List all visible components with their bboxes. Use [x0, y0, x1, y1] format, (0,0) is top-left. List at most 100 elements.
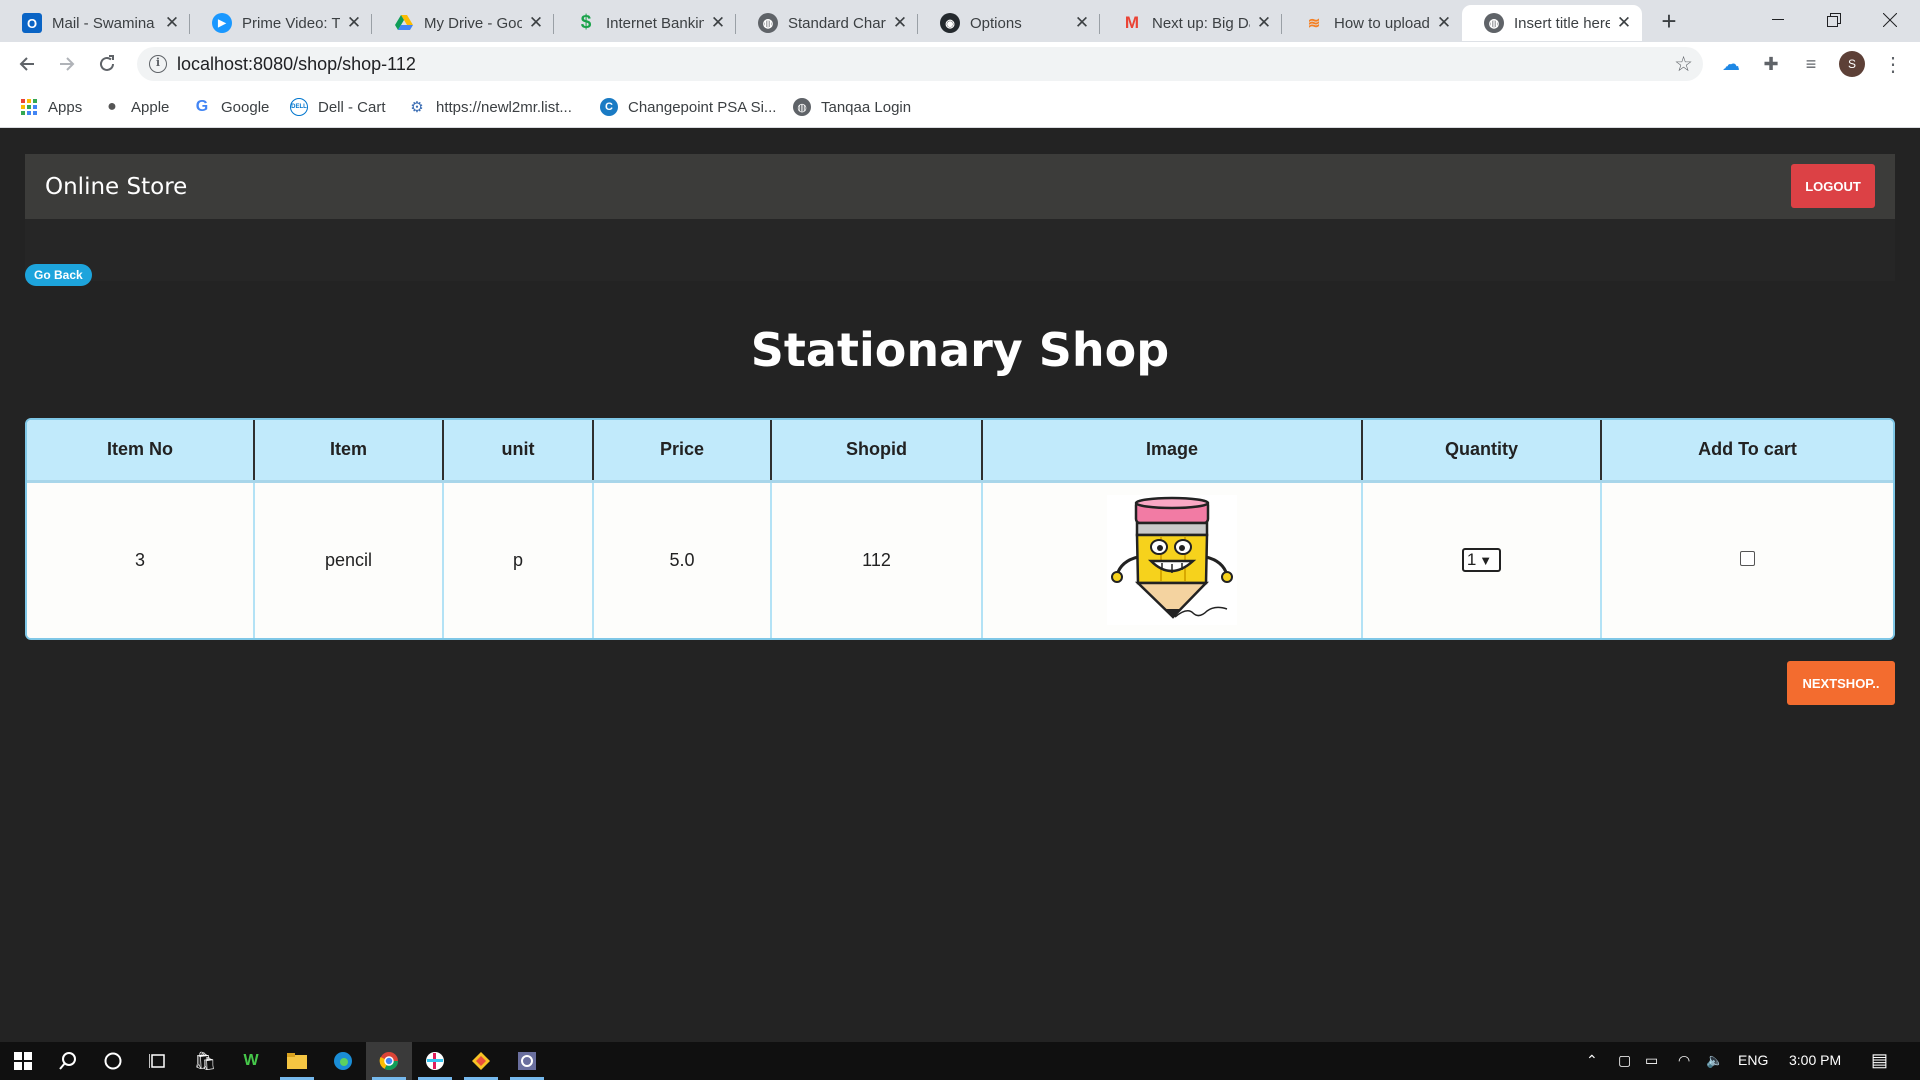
info-icon[interactable]: i [149, 55, 167, 73]
battery-icon[interactable]: ▭ [1645, 1052, 1658, 1069]
chevron-down-icon: ▼ [1479, 552, 1493, 568]
go-back-button[interactable]: Go Back [25, 264, 92, 286]
menu-kebab-icon[interactable]: ⋮ [1880, 51, 1906, 77]
table-header-row: Item No Item unit Price Shopid Image Qua… [27, 420, 1893, 483]
column-header-item: Item [254, 420, 444, 483]
predator-sense-icon[interactable]: W [228, 1042, 274, 1080]
close-icon[interactable]: ✕ [1256, 14, 1272, 31]
stackoverflow-icon: ≋ [1307, 15, 1321, 32]
navbar-spacer [25, 219, 1895, 281]
tab-gmail[interactable]: M Next up: Big Da ✕ [1100, 5, 1282, 41]
close-icon[interactable]: ✕ [346, 14, 362, 31]
tab-insert-title-here[interactable]: ◍ Insert title here ✕ [1462, 5, 1642, 41]
tab-title: Standard Chart [788, 14, 886, 32]
notifications-icon[interactable]: ▤ [1871, 1050, 1888, 1071]
meet-now-icon[interactable]: ▢ [1618, 1052, 1631, 1069]
tab-google-drive[interactable]: My Drive - Goo ✕ [372, 5, 554, 41]
bookmark-google[interactable]: G Google [193, 97, 270, 117]
address-bar[interactable]: i localhost:8080/shop/shop-112 ☆ [137, 47, 1703, 81]
tab-mail[interactable]: O Mail - Swamina ✕ [0, 5, 190, 41]
pencil-cartoon-image [1107, 495, 1237, 626]
close-icon[interactable]: ✕ [1436, 14, 1452, 31]
cell-item: pencil [254, 481, 444, 638]
outlook-icon: O [22, 13, 42, 33]
profile-avatar[interactable]: S [1839, 51, 1865, 77]
bookmark-apps[interactable]: Apps [20, 97, 82, 117]
url-text[interactable]: localhost:8080/shop/shop-112 [177, 54, 416, 75]
bookmark-dell-cart[interactable]: DELL Dell - Cart [290, 97, 386, 117]
next-shop-button[interactable]: NEXTSHOP.. [1787, 661, 1895, 705]
task-view-icon[interactable] [135, 1042, 181, 1080]
git-icon[interactable] [458, 1042, 504, 1080]
tab-prime-video[interactable]: ▶ Prime Video: Th ✕ [190, 5, 372, 41]
tab-title: Internet Bankin [606, 14, 704, 32]
bookmark-label: Tanqaa Login [821, 98, 912, 116]
language-indicator[interactable]: ENG [1738, 1052, 1768, 1068]
bookmark-label: https://newl2mr.list... [436, 98, 572, 116]
chrome-icon[interactable] [366, 1042, 412, 1080]
page-content: Online Store LOGOUT Go Back Stationary S… [0, 128, 1920, 1042]
globe-icon: ◍ [758, 13, 778, 33]
close-window-button[interactable] [1862, 0, 1918, 40]
store-icon[interactable]: 🛍 [182, 1042, 228, 1080]
tab-title: Mail - Swamina [52, 14, 155, 32]
bookmark-star-icon[interactable]: ☆ [1674, 52, 1693, 77]
wifi-icon[interactable]: ◠ [1678, 1052, 1690, 1069]
arrow-left-icon [19, 57, 34, 71]
cell-item-no: 3 [27, 481, 255, 638]
chevron-up-icon[interactable]: ⌃ [1586, 1052, 1598, 1069]
close-icon[interactable]: ✕ [1074, 14, 1090, 31]
onedrive-cloud-icon[interactable]: ☁ [1718, 51, 1744, 77]
logout-button[interactable]: LOGOUT [1791, 164, 1875, 208]
github-icon: ◉ [940, 13, 960, 33]
close-icon[interactable]: ✕ [892, 14, 908, 31]
new-tab-button[interactable]: + [1655, 8, 1683, 36]
forward-button[interactable] [51, 48, 83, 80]
column-header-unit: unit [443, 420, 594, 483]
edge-icon[interactable] [320, 1042, 366, 1080]
search-icon[interactable] [45, 1042, 91, 1080]
site-icon: ⚙ [410, 99, 424, 116]
file-explorer-icon[interactable] [274, 1042, 320, 1080]
extensions-puzzle-icon[interactable]: ✚ [1758, 51, 1784, 77]
cell-unit: p [443, 481, 594, 638]
tab-title: My Drive - Goo [424, 14, 522, 32]
bookmark-changepoint[interactable]: C Changepoint PSA Si... [600, 97, 776, 117]
close-icon[interactable]: ✕ [164, 14, 180, 31]
globe-icon: ◍ [793, 98, 811, 116]
slack-icon[interactable] [412, 1042, 458, 1080]
bookmark-tanqaa-login[interactable]: ◍ Tanqaa Login [793, 97, 911, 117]
media-queue-icon[interactable]: ≡ [1798, 51, 1824, 77]
minimize-button[interactable] [1750, 0, 1806, 40]
tab-internet-banking[interactable]: $ Internet Bankin ✕ [554, 5, 736, 41]
cortana-icon[interactable] [90, 1042, 136, 1080]
clock[interactable]: 3:00 PM [1789, 1052, 1841, 1068]
arrow-right-icon [60, 57, 75, 71]
column-header-quantity: Quantity [1362, 420, 1602, 483]
column-header-price: Price [593, 420, 772, 483]
tab-options[interactable]: ◉ Options ✕ [918, 5, 1100, 41]
bookmark-apple[interactable]: ● Apple [103, 97, 169, 117]
bookmark-label: Dell - Cart [318, 98, 386, 116]
restore-button[interactable] [1806, 0, 1862, 40]
tab-standard-chartered[interactable]: ◍ Standard Chart ✕ [736, 5, 918, 41]
settings-app-icon[interactable] [504, 1042, 550, 1080]
table-row: 3 pencil p 5.0 112 1 ▼ [27, 481, 1893, 638]
brand-title[interactable]: Online Store [45, 174, 187, 200]
windows-start-icon[interactable] [0, 1042, 46, 1080]
reload-button[interactable] [91, 48, 123, 80]
column-header-add-to-cart: Add To cart [1601, 420, 1893, 483]
close-icon[interactable]: ✕ [710, 14, 726, 31]
bookmark-newl2mr[interactable]: ⚙ https://newl2mr.list... [408, 97, 572, 117]
apple-icon: ● [107, 98, 117, 115]
quantity-select[interactable]: 1 ▼ [1462, 548, 1501, 573]
back-button[interactable] [11, 48, 43, 80]
prime-video-icon: ▶ [212, 13, 232, 33]
volume-icon[interactable]: 🔈 [1706, 1052, 1723, 1069]
windows-taskbar: 🛍 W ⌃ ▢ ▭ ◠ 🔈 ENG 3:00 PM ▤ [0, 1042, 1920, 1080]
add-to-cart-checkbox[interactable] [1740, 550, 1755, 566]
close-icon[interactable]: ✕ [1616, 14, 1632, 31]
changepoint-icon: C [600, 98, 618, 116]
tab-how-to-upload[interactable]: ≋ How to upload ✕ [1282, 5, 1462, 41]
close-icon[interactable]: ✕ [528, 14, 544, 31]
